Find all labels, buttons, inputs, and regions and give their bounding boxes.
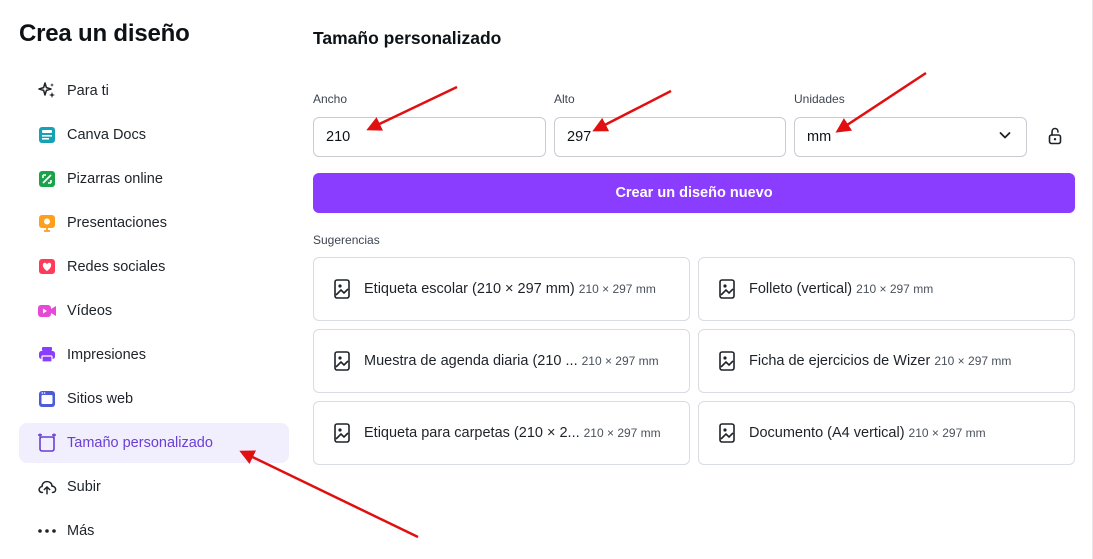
width-label: Ancho — [313, 92, 348, 106]
sidebar-item-presentaciones[interactable]: Presentaciones — [19, 203, 289, 243]
image-doc-icon — [332, 351, 352, 371]
units-value: mm — [807, 129, 832, 145]
sidebar-item-label: Impresiones — [67, 347, 146, 363]
suggestion-dims: 210 × 297 mm — [583, 426, 661, 440]
height-field-box — [554, 117, 786, 157]
suggestion-card[interactable]: Documento (A4 vertical) 210 × 297 mm — [698, 401, 1075, 465]
sidebar-item-label: Pizarras online — [67, 171, 163, 187]
suggestion-dims: 210 × 297 mm — [578, 282, 656, 296]
printer-icon — [37, 345, 57, 365]
create-new-design-button[interactable]: Crear un diseño nuevo — [313, 173, 1075, 213]
sidebar-item-canva-docs[interactable]: Canva Docs — [19, 115, 289, 155]
suggestion-name: Etiqueta escolar (210 × 297 mm) — [364, 281, 575, 297]
website-icon — [37, 389, 57, 409]
width-field[interactable] — [326, 129, 545, 145]
sidebar-item-label: Sitios web — [67, 391, 134, 407]
custom-size-main: Tamaño personalizado Ancho Alto Unidades… — [313, 0, 1075, 559]
heart-icon — [37, 257, 57, 277]
sidebar-item-pizarras-online[interactable]: Pizarras online — [19, 159, 289, 199]
sidebar-item-label: Tamaño personalizado — [67, 435, 213, 451]
video-icon — [37, 301, 57, 321]
sidebar-item-label: Presentaciones — [67, 215, 167, 231]
sidebar-item-redes-sociales[interactable]: Redes sociales — [19, 247, 289, 287]
docs-icon — [37, 125, 57, 145]
sidebar-item-label: Redes sociales — [67, 259, 166, 275]
suggestions-label: Sugerencias — [313, 233, 380, 247]
image-doc-icon — [717, 351, 737, 371]
units-select[interactable]: mm — [794, 117, 1027, 157]
sidebar-title: Crea un diseño — [19, 20, 190, 47]
sidebar-item-label: Para ti — [67, 83, 109, 99]
cloud-upload-icon — [37, 477, 57, 497]
height-label: Alto — [554, 92, 575, 106]
chevron-down-icon — [998, 128, 1012, 146]
suggestion-name: Muestra de agenda diaria (210 ... — [364, 353, 578, 369]
suggestion-name: Ficha de ejercicios de Wizer — [749, 353, 931, 369]
suggestion-card[interactable]: Folleto (vertical) 210 × 297 mm — [698, 257, 1075, 321]
sparkles-icon — [37, 81, 57, 101]
suggestion-dims: 210 × 297 mm — [908, 426, 986, 440]
suggestion-card[interactable]: Etiqueta escolar (210 × 297 mm) 210 × 29… — [313, 257, 690, 321]
suggestion-card[interactable]: Etiqueta para carpetas (210 × 2... 210 ×… — [313, 401, 690, 465]
sidebar-item-label: Canva Docs — [67, 127, 146, 143]
page-title: Tamaño personalizado — [313, 28, 502, 48]
sidebar-item-label: Subir — [67, 479, 101, 495]
sidebar-item-label: Vídeos — [67, 303, 113, 319]
suggestion-card[interactable]: Ficha de ejercicios de Wizer 210 × 297 m… — [698, 329, 1075, 393]
units-label: Unidades — [794, 92, 845, 106]
image-doc-icon — [332, 423, 352, 443]
sidebar-item-videos[interactable]: Vídeos — [19, 291, 289, 331]
image-doc-icon — [717, 423, 737, 443]
presentation-icon — [37, 213, 57, 233]
sidebar-item-sitios-web[interactable]: Sitios web — [19, 379, 289, 419]
whiteboard-icon — [37, 169, 57, 189]
sidebar-nav: Para ti Canva Docs Pizarras online Prese… — [19, 71, 289, 555]
suggestion-card[interactable]: Muestra de agenda diaria (210 ... 210 × … — [313, 329, 690, 393]
sidebar-item-subir[interactable]: Subir — [19, 467, 289, 507]
sidebar: Crea un diseño Para ti Canva Docs Pizarr… — [0, 0, 300, 559]
sidebar-item-label: Más — [67, 523, 95, 539]
suggestions-grid: Etiqueta escolar (210 × 297 mm) 210 × 29… — [313, 257, 1075, 465]
custom-size-icon — [37, 433, 57, 453]
width-field-box — [313, 117, 546, 157]
create-design-panel: Crea un diseño Para ti Canva Docs Pizarr… — [0, 0, 1093, 559]
suggestion-dims: 210 × 297 mm — [934, 354, 1012, 368]
suggestion-dims: 210 × 297 mm — [856, 282, 934, 296]
suggestion-name: Etiqueta para carpetas (210 × 2... — [364, 425, 580, 441]
lock-aspect-ratio-icon[interactable] — [1046, 125, 1064, 147]
suggestion-name: Folleto (vertical) — [749, 281, 853, 297]
image-doc-icon — [717, 279, 737, 299]
suggestion-name: Documento (A4 vertical) — [749, 425, 905, 441]
more-dots-icon — [37, 521, 57, 541]
sidebar-item-mas[interactable]: Más — [19, 511, 289, 551]
suggestion-dims: 210 × 297 mm — [581, 354, 659, 368]
height-field[interactable] — [567, 129, 785, 145]
image-doc-icon — [332, 279, 352, 299]
sidebar-item-tamano-personalizado[interactable]: Tamaño personalizado — [19, 423, 289, 463]
sidebar-item-impresiones[interactable]: Impresiones — [19, 335, 289, 375]
sidebar-item-para-ti[interactable]: Para ti — [19, 71, 289, 111]
